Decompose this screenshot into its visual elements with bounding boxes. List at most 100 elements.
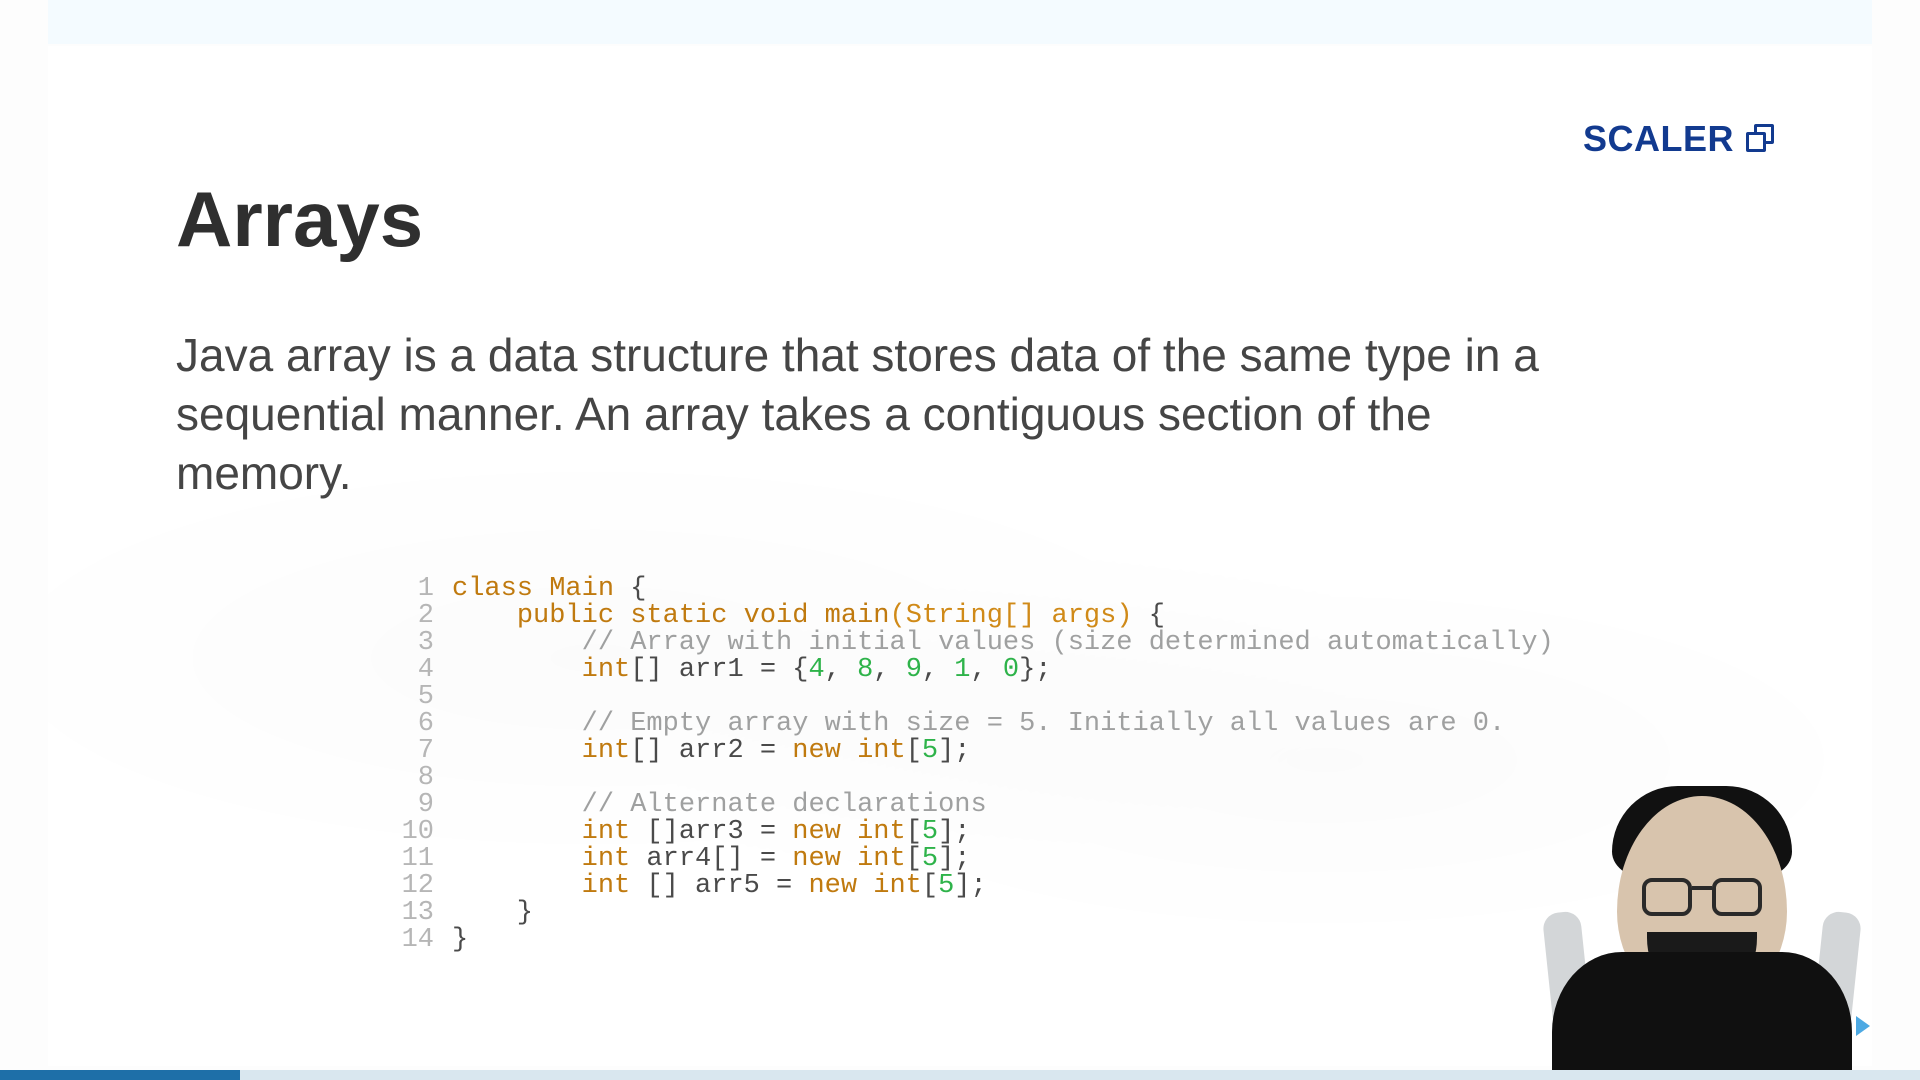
code-token: 8 (857, 655, 873, 685)
code-token: [ (906, 736, 922, 766)
progress-fill (0, 1070, 240, 1080)
code-token: new (808, 871, 857, 901)
code-token: { (1133, 601, 1165, 631)
code-line: 14} (388, 927, 1554, 954)
code-token: main (825, 601, 890, 631)
code-token: } (452, 925, 468, 955)
slide: SCALER Arrays Java array is a data struc… (48, 46, 1872, 1066)
code-line: 5 (388, 684, 1554, 711)
code-token: int (857, 736, 906, 766)
code-token (452, 763, 468, 793)
code-token: ]; (938, 736, 970, 766)
code-token: [] arr1 = { (630, 655, 808, 685)
code-token: // Array with initial values (size deter… (582, 628, 1554, 658)
code-token (841, 844, 857, 874)
line-number: 6 (388, 711, 434, 738)
line-number: 5 (388, 684, 434, 711)
code-token (452, 709, 582, 739)
line-number: 12 (388, 873, 434, 900)
line-number: 13 (388, 900, 434, 927)
code-token: ( (889, 601, 905, 631)
slide-title: Arrays (176, 174, 423, 265)
code-token: void (744, 601, 809, 631)
line-number: 3 (388, 630, 434, 657)
code-line: 4 int[] arr1 = {4, 8, 9, 1, 0}; (388, 657, 1554, 684)
code-token (452, 736, 582, 766)
code-token: 5 (922, 844, 938, 874)
progress-bar[interactable] (0, 1070, 1920, 1080)
code-token: int (582, 655, 631, 685)
code-token: ]; (938, 817, 970, 847)
brand-icon (1746, 124, 1776, 154)
code-token (533, 574, 549, 604)
line-number: 11 (388, 846, 434, 873)
code-block: 1class Main {2 public static void main(S… (388, 576, 1554, 954)
code-token: String[] args (906, 601, 1117, 631)
code-token: [ (922, 871, 938, 901)
code-token: int (582, 817, 631, 847)
line-number: 7 (388, 738, 434, 765)
code-line: 3 // Array with initial values (size det… (388, 630, 1554, 657)
play-indicator-icon (1856, 1016, 1870, 1036)
code-token: 1 (954, 655, 970, 685)
code-token: int (873, 871, 922, 901)
code-token (452, 628, 582, 658)
line-number: 4 (388, 657, 434, 684)
code-token: , (825, 655, 857, 685)
code-token (614, 601, 630, 631)
code-token (452, 601, 517, 631)
code-line: 7 int[] arr2 = new int[5]; (388, 738, 1554, 765)
line-number: 8 (388, 765, 434, 792)
slide-description: Java array is a data structure that stor… (176, 326, 1556, 503)
code-token: ) (1116, 601, 1132, 631)
code-token: int (582, 871, 631, 901)
code-pre: 1class Main {2 public static void main(S… (388, 576, 1554, 954)
code-line: 6 // Empty array with size = 5. Initiall… (388, 711, 1554, 738)
code-token: class (452, 574, 533, 604)
code-token: int (582, 736, 631, 766)
code-token: 9 (906, 655, 922, 685)
code-token (452, 871, 582, 901)
code-token: public (517, 601, 614, 631)
code-line: 11 int arr4[] = new int[5]; (388, 846, 1554, 873)
code-token: int (857, 817, 906, 847)
line-number: 14 (388, 927, 434, 954)
code-token: } (452, 898, 533, 928)
code-token: ]; (954, 871, 986, 901)
line-number: 2 (388, 603, 434, 630)
code-token: 5 (922, 817, 938, 847)
code-token: new (792, 736, 841, 766)
code-token: int (857, 844, 906, 874)
code-line: 8 (388, 765, 1554, 792)
code-token: // Alternate declarations (582, 790, 987, 820)
code-token (452, 790, 582, 820)
code-token: 5 (938, 871, 954, 901)
code-token (808, 601, 824, 631)
code-token: []arr3 = (630, 817, 792, 847)
code-line: 12 int [] arr5 = new int[5]; (388, 873, 1554, 900)
code-token: static (630, 601, 727, 631)
code-line: 13 } (388, 900, 1554, 927)
code-token (452, 844, 582, 874)
line-number: 9 (388, 792, 434, 819)
code-token: Main (549, 574, 614, 604)
code-line: 1class Main { (388, 576, 1554, 603)
presenter-webcam (1552, 782, 1852, 1072)
code-token: [ (906, 817, 922, 847)
code-token: [] arr5 = (630, 871, 808, 901)
code-token: , (873, 655, 905, 685)
code-token (727, 601, 743, 631)
code-token: // Empty array with size = 5. Initially … (582, 709, 1506, 739)
code-token: { (614, 574, 646, 604)
code-token: 4 (808, 655, 824, 685)
code-token: [] arr2 = (630, 736, 792, 766)
line-number: 10 (388, 819, 434, 846)
code-token: new (792, 817, 841, 847)
code-token: new (792, 844, 841, 874)
code-token: int (582, 844, 631, 874)
brand-logo: SCALER (1583, 118, 1776, 160)
code-token: }; (1019, 655, 1051, 685)
code-token (452, 682, 468, 712)
header-strip (48, 0, 1872, 44)
code-line: 2 public static void main(String[] args)… (388, 603, 1554, 630)
